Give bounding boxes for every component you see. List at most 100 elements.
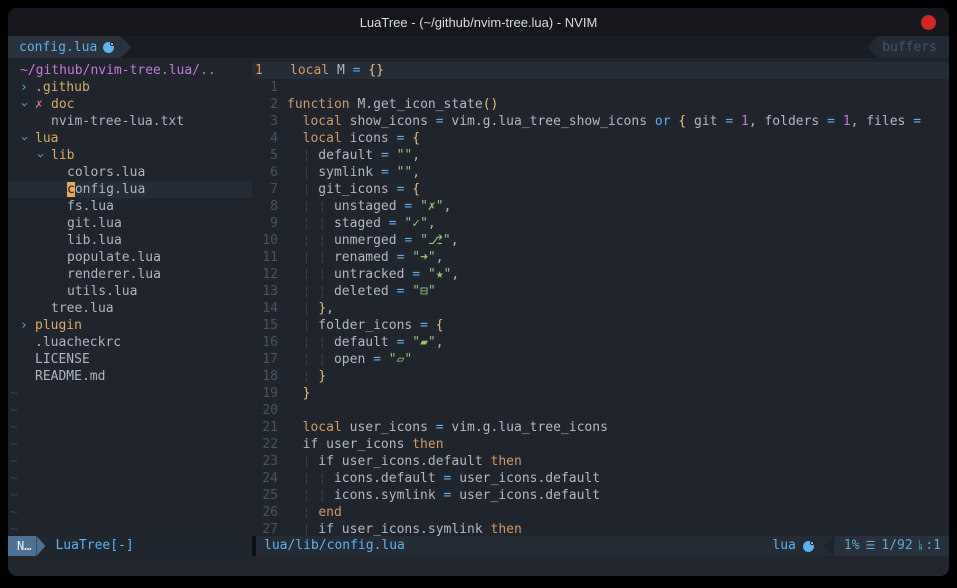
code-line[interactable]: 27 ¦ if user_icons.symlink then [252,521,949,536]
code-text: local M = {} [281,62,949,79]
line-number: 5 [252,147,278,164]
chevron-right-icon[interactable]: › [20,317,35,334]
code-line[interactable]: 2function M.get_icon_state() [252,96,949,113]
code-line[interactable]: 19 } [252,385,949,402]
line-number: 22 [252,436,278,453]
position-indicator: 1% ☰ 1/92 LN :1 [834,536,949,556]
tabline: config.lua buffers [8,36,949,58]
tree-item-tree.lua[interactable]: tree.lua [8,300,252,317]
tree-item-git.lua[interactable]: git.lua [8,215,252,232]
chevron-down-icon[interactable]: › [36,147,51,164]
filetype-label: lua [772,536,795,556]
code-text: ¦ ¦ unstaged = "✗", [278,198,949,215]
code-line[interactable]: 21 local user_icons = vim.g.lua_tree_ico… [252,419,949,436]
tree-item-utils.lua[interactable]: utils.lua [8,283,252,300]
code-text: ¦ ¦ icons.symlink = user_icons.default [278,487,949,504]
main-area: ~/github/nvim-tree.lua/..›.github›✗docnv… [8,58,949,536]
tree-item-label: LICENSE [35,351,90,368]
line-number: 11 [252,249,278,266]
tree-item-populate.lua[interactable]: populate.lua [8,249,252,266]
lua-icon [803,541,814,552]
code-text: local show_icons = vim.g.lua_tree_show_i… [278,113,949,130]
command-line[interactable] [8,556,949,576]
line-of-total: 1/92 [881,536,912,556]
code-line[interactable]: 9 ¦ ¦ staged = "✓", [252,215,949,232]
tree-item-label: fs.lua [67,198,114,215]
code-line[interactable]: 10 ¦ ¦ unmerged = "⎇", [252,232,949,249]
mode-badge: N… [8,536,36,556]
tree-item-config.lua[interactable]: config.lua [8,181,252,198]
tree-item-.luacheckrc[interactable]: .luacheckrc [8,334,252,351]
code-line[interactable]: 24 ¦ ¦ icons.default = user_icons.defaul… [252,470,949,487]
tree-item-.github[interactable]: ›.github [8,79,252,96]
code-line[interactable]: 5 ¦ default = "", [252,147,949,164]
tree-item-plugin[interactable]: ›plugin [8,317,252,334]
chevron-down-icon[interactable]: › [20,130,35,147]
code-line[interactable]: 17 ¦ ¦ open = "▱" [252,351,949,368]
code-line[interactable]: 14 ¦ }, [252,300,949,317]
tree-item-label: doc [51,96,74,113]
code-line[interactable]: 23 ¦ if user_icons.default then [252,453,949,470]
close-button[interactable] [921,15,936,30]
code-line[interactable]: 8 ¦ ¦ unstaged = "✗", [252,198,949,215]
line-number: 16 [252,334,278,351]
empty-line-tilde: ~ [8,419,252,436]
tree-item-lua[interactable]: ›lua [8,130,252,147]
empty-line-tilde: ~ [8,453,252,470]
code-line[interactable]: 15 ¦ folder_icons = { [252,317,949,334]
line-number-icon: LN [919,541,923,551]
title-bar: LuaTree - (~/github/nvim-tree.lua) - NVI… [8,8,949,36]
code-line[interactable]: 13 ¦ ¦ deleted = "⊟" [252,283,949,300]
tree-item-README.md[interactable]: README.md [8,368,252,385]
tree-item-label: plugin [35,317,82,334]
line-number: 15 [252,317,278,334]
tree-item-label: config.lua [67,181,145,198]
line-number: 19 [252,385,278,402]
code-line[interactable]: 4 local icons = { [252,130,949,147]
chevron-down-icon[interactable]: › [20,96,35,113]
code-line[interactable]: 3 local show_icons = vim.g.lua_tree_show… [252,113,949,130]
tab-arrow-icon [120,36,131,58]
line-number: 23 [252,453,278,470]
code-line[interactable]: 1local M = {} [252,62,949,79]
buffers-label[interactable]: buffers [878,36,949,58]
code-line[interactable]: 26 ¦ end [252,504,949,521]
code-text: if user_icons then [278,436,949,453]
tree-item-~/github/nvim-tree.lua/..[interactable]: ~/github/nvim-tree.lua/.. [8,62,252,79]
code-line[interactable]: 16 ¦ ¦ default = "▰", [252,334,949,351]
code-text: local user_icons = vim.g.lua_tree_icons [278,419,949,436]
code-line[interactable]: 20 [252,402,949,419]
line-number: 13 [252,283,278,300]
code-line[interactable]: 12 ¦ ¦ untracked = "★", [252,266,949,283]
tree-item-fs.lua[interactable]: fs.lua [8,198,252,215]
code-line[interactable]: 25 ¦ ¦ icons.symlink = user_icons.defaul… [252,487,949,504]
tree-item-LICENSE[interactable]: LICENSE [8,351,252,368]
code-line[interactable]: 1 [252,79,949,96]
tab-config-lua[interactable]: config.lua [8,36,120,58]
current-file-path: lua/lib/config.lua [256,536,405,556]
code-text: ¦ ¦ unmerged = "⎇", [278,232,949,249]
code-line[interactable]: 18 ¦ } [252,368,949,385]
tilde: ~ [8,504,18,521]
line-number: 27 [252,521,278,536]
tree-item-colors.lua[interactable]: colors.lua [8,164,252,181]
code-line[interactable]: 22 if user_icons then [252,436,949,453]
code-text: ¦ ¦ renamed = "➜", [278,249,949,266]
code-line[interactable]: 11 ¦ ¦ renamed = "➜", [252,249,949,266]
code-line[interactable]: 6 ¦ symlink = "", [252,164,949,181]
tree-item-doc[interactable]: ›✗doc [8,96,252,113]
code-line[interactable]: 7 ¦ git_icons = { [252,181,949,198]
tree-item-nvim-tree-lua.txt[interactable]: nvim-tree-lua.txt [8,113,252,130]
tilde: ~ [8,521,18,536]
nvim-window: LuaTree - (~/github/nvim-tree.lua) - NVI… [8,8,949,576]
line-number: 25 [252,487,278,504]
line-number: 12 [252,266,278,283]
tree-item-renderer.lua[interactable]: renderer.lua [8,266,252,283]
chevron-right-icon[interactable]: › [20,79,35,96]
tree-item-lib.lua[interactable]: lib.lua [8,232,252,249]
line-number: 2 [252,96,278,113]
tree-item-lib[interactable]: ›lib [8,147,252,164]
line-number: 1 [252,79,278,96]
code-text: ¦ if user_icons.symlink then [278,521,949,536]
statusline-tree: N… LuaTree[-] [8,536,252,556]
